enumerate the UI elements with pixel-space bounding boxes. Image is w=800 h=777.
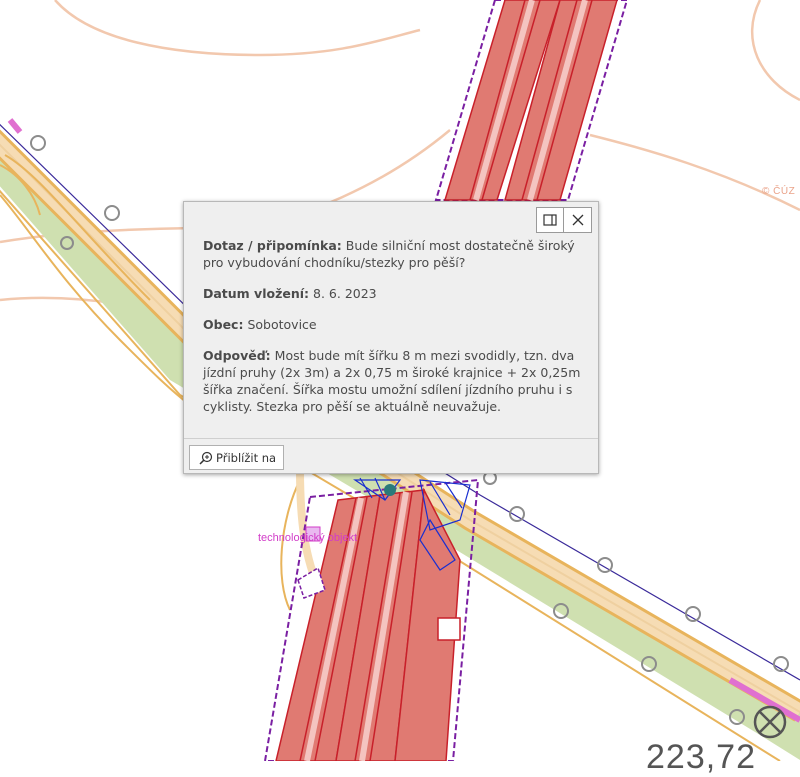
close-icon [572, 211, 584, 230]
field-label: Dotaz / připomínka: [203, 238, 342, 253]
feature-popup: Dotaz / připomínka: Bude silniční most d… [183, 201, 599, 474]
field-label: Obec: [203, 317, 244, 332]
field-answer: Odpověď: Most bude mít šířku 8 m mezi sv… [203, 347, 583, 415]
zoom-to-label: Přiblížit na [216, 450, 277, 465]
field-question: Dotaz / připomínka: Bude silniční most d… [203, 237, 583, 271]
field-value: 8. 6. 2023 [313, 286, 377, 301]
feature-label-technologicky-objekt: technologický objekt [258, 532, 358, 544]
dock-icon [543, 211, 557, 230]
field-label: Datum vložení: [203, 286, 310, 301]
railway-north [434, 0, 629, 201]
close-button[interactable] [564, 207, 592, 233]
field-municipality: Obec: Sobotovice [203, 316, 583, 333]
zoom-in-icon [199, 451, 213, 465]
popup-header-actions [536, 207, 592, 233]
dock-button[interactable] [536, 207, 564, 233]
field-date: Datum vložení: 8. 6. 2023 [203, 285, 583, 302]
popup-content: Dotaz / připomínka: Bude silniční most d… [203, 237, 583, 429]
field-value: Sobotovice [247, 317, 317, 332]
field-label: Odpověď: [203, 348, 271, 363]
copyright-watermark: © ČÚZ [762, 186, 796, 197]
popup-divider [184, 438, 598, 439]
elevation-label: 223,72 [646, 738, 756, 776]
zoom-to-button[interactable]: Přiblížit na [189, 445, 285, 470]
